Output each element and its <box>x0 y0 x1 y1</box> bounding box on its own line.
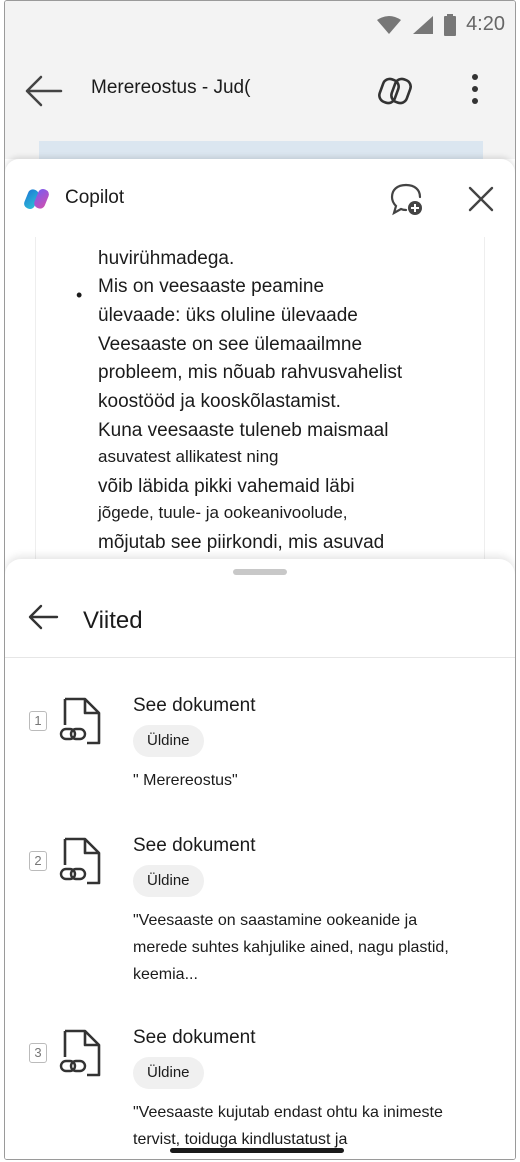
arrow-left-icon <box>25 75 63 107</box>
close-icon <box>468 186 494 212</box>
references-title: Viited <box>83 607 143 634</box>
home-indicator[interactable] <box>170 1148 344 1153</box>
chat-line: ülevaade: üks oluline ülevaade <box>98 305 358 326</box>
reference-number: 2 <box>29 851 47 871</box>
document-preview <box>5 129 515 159</box>
new-chat-icon <box>390 183 422 216</box>
copilot-pane: Copilot huvirühmadega. • Mis on veesaast… <box>5 159 515 1159</box>
battery-icon <box>444 13 457 36</box>
chat-response: huvirühmadega. • Mis on veesaaste peamin… <box>35 237 485 559</box>
chat-line: Kuna veesaaste tuleneb maismaal <box>98 420 389 441</box>
reference-quote: "Veesaaste kujutab endast ohtu ka inimes… <box>133 1104 443 1148</box>
new-chat-button[interactable] <box>389 181 425 217</box>
more-vertical-icon <box>472 74 478 104</box>
sensitivity-chip: Üldine <box>133 725 204 757</box>
chat-line: huvirühmadega. <box>98 248 235 269</box>
divider <box>5 657 515 658</box>
reference-item[interactable]: 2 See dokument Üldine "Veesaaste on saas… <box>5 829 515 983</box>
reference-title: See dokument <box>133 1027 256 1048</box>
chat-line: mõjutab see piirkondi, mis asuvad <box>98 532 385 553</box>
arrow-left-icon <box>28 604 59 630</box>
copilot-logo-icon <box>24 188 49 210</box>
copilot-button[interactable] <box>375 71 415 111</box>
references-sheet: Viited 1 See dokument Üldine " Merereost… <box>5 559 515 1159</box>
close-button[interactable] <box>465 183 497 215</box>
chat-line: probleem, mis nõuab rahvusvahelist <box>98 362 403 383</box>
sensitivity-chip: Üldine <box>133 865 204 897</box>
document-page <box>39 141 483 159</box>
linked-document-icon <box>59 697 101 745</box>
copilot-title: Copilot <box>65 187 125 208</box>
chat-line: Veesaaste on see ülemaailmne <box>98 334 363 355</box>
chat-line: Mis on veesaaste peamine <box>98 276 325 297</box>
reference-item[interactable]: 1 See dokument Üldine " Merereostus" <box>5 689 515 829</box>
app-bar: Merereostus - Jud( <box>5 53 515 129</box>
reference-quote: "Veesaaste on saastamine ookeanide ja me… <box>133 912 449 983</box>
chat-line: võib läbida pikki vahemaid läbi <box>98 476 355 497</box>
chat-line: asuvatest allikatest ning <box>98 447 279 466</box>
drag-handle[interactable] <box>233 569 287 575</box>
reference-number: 1 <box>29 711 47 731</box>
bullet-icon: • <box>76 285 83 305</box>
reference-title: See dokument <box>133 835 256 856</box>
status-bar: 4:20 <box>5 1 515 53</box>
phone-frame: 4:20 Merereostus - Jud(Copilot huvirühm… <box>4 0 516 1160</box>
copilot-header: Copilot <box>5 159 515 237</box>
reference-title: See dokument <box>133 695 256 716</box>
references-back-button[interactable] <box>25 599 61 635</box>
sensitivity-chip: Üldine <box>133 1057 204 1089</box>
reference-number: 3 <box>29 1043 47 1063</box>
reference-quote: " Merereostus" <box>133 772 238 789</box>
reference-item[interactable]: 3 See dokument Üldine "Veesaaste kujutab… <box>5 1021 515 1159</box>
document-title: Merereostus - Jud( <box>91 77 251 98</box>
copilot-icon <box>378 77 412 105</box>
chat-line: jõgede, tuule- ja ookeanivoolude, <box>98 503 348 522</box>
wifi-icon <box>377 15 402 34</box>
more-options-button[interactable] <box>463 71 487 111</box>
signal-icon <box>413 15 434 34</box>
status-time: 4:20 <box>466 13 505 35</box>
linked-document-icon <box>59 837 101 885</box>
linked-document-icon <box>59 1029 101 1077</box>
back-button[interactable] <box>23 73 63 109</box>
chat-line: koostööd ja kooskõlastamist. <box>98 391 341 412</box>
